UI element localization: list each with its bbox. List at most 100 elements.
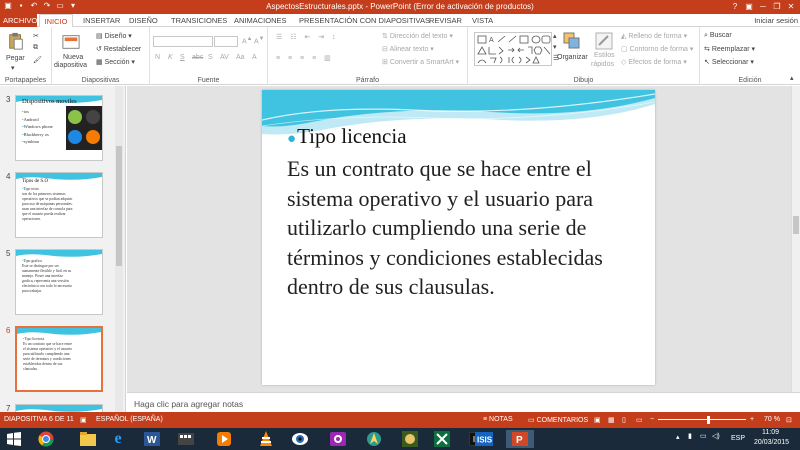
close-icon[interactable]: ✕ [784, 0, 798, 14]
clock-date[interactable]: 20/03/2015 [754, 439, 789, 446]
copy-icon[interactable]: ⧉ [33, 44, 38, 52]
zoom-level[interactable]: 70 % [764, 416, 780, 423]
notes-pane[interactable]: Haga clic para agregar notas [127, 392, 800, 412]
change-case-button[interactable]: Aa [236, 54, 245, 61]
slide-thumbnail-3[interactable]: Dispositivos moviles •ios •Android •Wind… [15, 95, 103, 161]
tab-inicio[interactable]: INICIO [39, 14, 73, 28]
zoom-in-icon[interactable]: + [750, 416, 754, 423]
notes-placeholder[interactable]: Haga clic para agregar notas [134, 399, 243, 409]
italic-button[interactable]: K [168, 54, 173, 61]
select-button[interactable]: ↖ Seleccionar ▾ [704, 58, 754, 66]
paste-label[interactable]: Pegar [6, 55, 25, 62]
paste-icon[interactable] [7, 32, 25, 50]
slide-sorter-icon[interactable]: ▦ [608, 416, 615, 424]
bold-button[interactable]: N [155, 54, 160, 61]
tools-app-icon[interactable] [432, 430, 452, 448]
find-button[interactable]: ⌕ Buscar [704, 32, 732, 40]
isis-app-icon[interactable]: ISIS [474, 430, 494, 448]
media-player-icon[interactable] [214, 430, 234, 448]
sign-in-link[interactable]: Iniciar sesión [754, 14, 798, 27]
zoom-slider-knob[interactable] [707, 416, 710, 424]
font-color-button[interactable]: A [252, 54, 257, 61]
grow-font-icon[interactable]: A▲ [242, 36, 252, 45]
battery-icon[interactable]: ▭ [700, 432, 707, 440]
tab-animaciones[interactable]: ANIMACIONES [234, 14, 287, 27]
slide-thumbnail-5[interactable]: •Tipo grafico Este se distingue por ser … [15, 249, 103, 315]
font-name-box[interactable] [153, 36, 213, 47]
tab-vista[interactable]: VISTA [472, 14, 493, 27]
shrink-font-icon[interactable]: A▼ [254, 36, 264, 45]
zoom-out-icon[interactable]: − [650, 416, 654, 423]
quick-styles-label-2[interactable]: rápidos [591, 61, 614, 68]
new-slide-label-1[interactable]: Nueva [63, 54, 83, 61]
help-icon[interactable]: ? [728, 0, 742, 14]
slide-scrollbar[interactable] [791, 86, 800, 392]
format-painter-icon[interactable]: 🖌 [33, 56, 42, 64]
shape-effects-button[interactable]: ◇ Efectos de forma ▾ [621, 58, 687, 66]
current-slide[interactable]: ●Tipo licencia Es un contrato que se hac… [262, 90, 655, 385]
ribbon-display-icon[interactable]: ▣ [742, 0, 756, 14]
tab-archivo[interactable]: ARCHIVO [0, 14, 37, 27]
slide-body-text[interactable]: Es un contrato que se hace entre el sist… [287, 154, 647, 302]
reading-view-icon[interactable]: ▯ [622, 416, 626, 424]
arrange-icon[interactable] [563, 32, 581, 50]
word-icon[interactable]: W [142, 430, 162, 448]
new-slide-icon[interactable] [62, 33, 80, 51]
quick-styles-label-1[interactable]: Estilos [594, 52, 615, 59]
reset-button[interactable]: ↺ Restablecer [96, 45, 141, 53]
comments-toggle[interactable]: ▭ COMENTARIOS [528, 416, 588, 424]
underline-button[interactable]: S [180, 54, 185, 61]
language-indicator[interactable]: ESPAÑOL (ESPAÑA) [96, 416, 163, 423]
thumbnail-scrollbar[interactable] [115, 86, 123, 412]
notes-toggle[interactable]: ≡ NOTAS [483, 416, 513, 423]
tab-presentacion[interactable]: PRESENTACIÓN CON DIAPOSITIVAS [299, 14, 430, 27]
shape-outline-button[interactable]: ▢ Contorno de forma ▾ [621, 45, 693, 53]
section-button[interactable]: ▦ Sección ▾ [96, 58, 135, 66]
vlc-icon[interactable] [256, 430, 276, 448]
char-spacing-button[interactable]: AV [220, 54, 229, 61]
shapes-gallery[interactable]: A [474, 32, 552, 66]
strikethrough-button[interactable]: abc [192, 54, 203, 61]
slide-scroll-thumb[interactable] [793, 216, 799, 234]
show-hidden-icons-icon[interactable]: ▴ [676, 433, 680, 441]
start-icon[interactable] [4, 430, 24, 448]
cut-icon[interactable]: ✂ [33, 32, 39, 40]
slide-thumbnail-6[interactable]: •Tipo licencia Es un contrato que se hac… [15, 326, 103, 392]
slide-thumbnail-4[interactable]: Tipos de S.O •Tipo texto son de los prim… [15, 172, 103, 238]
thumbnail-scroll-thumb[interactable] [116, 146, 122, 266]
normal-view-icon[interactable]: ▣ [594, 416, 601, 424]
tab-diseno[interactable]: DISEÑO [129, 14, 158, 27]
file-explorer-icon[interactable] [78, 430, 98, 448]
tab-revisar[interactable]: REVISAR [429, 14, 462, 27]
new-slide-label-2[interactable]: diapositiva [54, 62, 87, 69]
shape-fill-button[interactable]: ◭ Relleno de forma ▾ [621, 32, 687, 40]
slide-thumbnail-7[interactable] [15, 404, 103, 412]
arrange-label[interactable]: Organizar [557, 54, 588, 61]
spellcheck-icon[interactable]: ▣ [80, 416, 87, 424]
game-app-icon[interactable] [400, 430, 420, 448]
restore-icon[interactable]: ❐ [770, 0, 784, 14]
powerpoint-taskbar-icon[interactable]: P [506, 430, 534, 448]
clock-time[interactable]: 11:09 [762, 429, 779, 436]
slide-editor[interactable]: ●Tipo licencia Es un contrato que se hac… [127, 86, 800, 392]
media-center-icon[interactable] [176, 430, 196, 448]
smartart-button[interactable]: ⊞ Convertir a SmartArt ▾ [382, 58, 459, 66]
layout-button[interactable]: ▤ Diseño ▾ [96, 32, 132, 40]
volume-icon[interactable]: ◁) [712, 432, 720, 440]
network-icon[interactable]: ▮ [688, 432, 692, 440]
minimize-icon[interactable]: ─ [756, 0, 770, 14]
font-size-box[interactable] [214, 36, 238, 47]
zoom-slider[interactable] [658, 419, 746, 420]
shadow-button[interactable]: S [208, 54, 213, 61]
eye-app-icon[interactable] [290, 430, 310, 448]
navigator-app-icon[interactable] [364, 430, 384, 448]
shapes-scroll-up-icon[interactable]: ▴ [553, 32, 557, 40]
internet-explorer-icon[interactable]: e [108, 430, 128, 448]
align-text-button[interactable]: ⊟ Alinear texto ▾ [382, 45, 434, 53]
list-buttons-icon[interactable]: ☰ ☷ ⇤ ⇥ ↕ [276, 33, 339, 41]
chrome-icon[interactable] [36, 430, 56, 448]
text-direction-button[interactable]: ⇅ Dirección del texto ▾ [382, 32, 453, 40]
camera-app-icon[interactable] [328, 430, 348, 448]
collapse-ribbon-icon[interactable]: ▴ [790, 74, 794, 82]
shapes-scroll-down-icon[interactable]: ▾ [553, 43, 557, 51]
